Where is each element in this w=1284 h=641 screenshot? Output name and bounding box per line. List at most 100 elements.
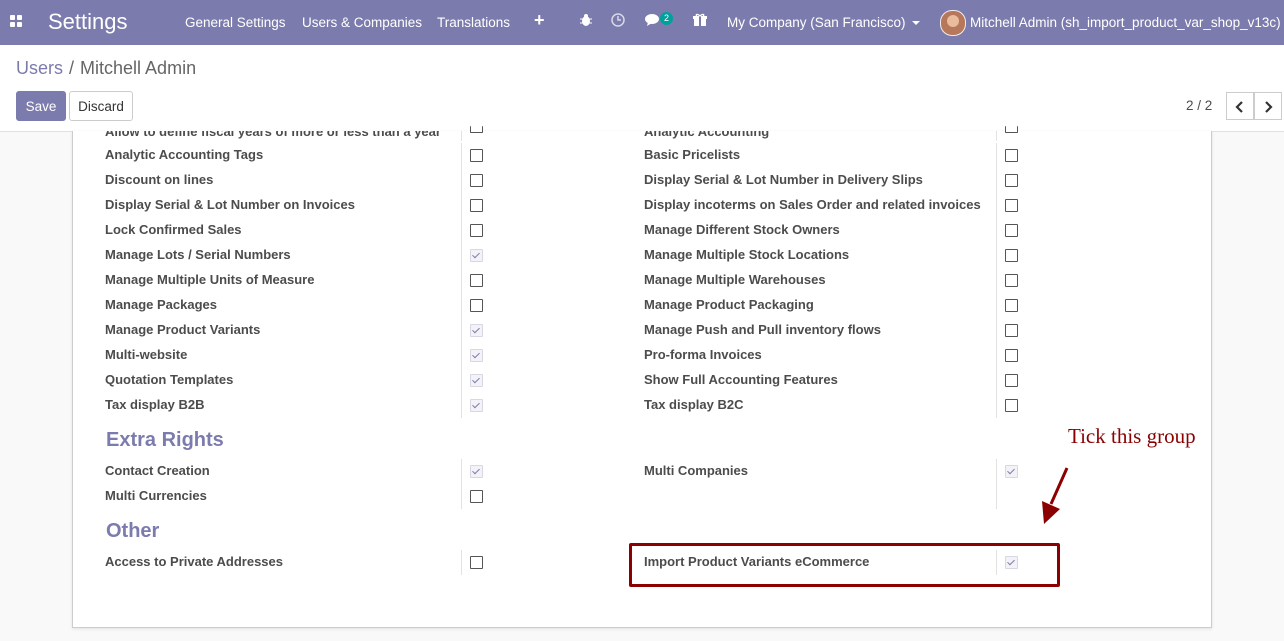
checkbox[interactable]	[470, 249, 483, 262]
breadcrumb-current: Mitchell Admin	[80, 58, 197, 78]
field-label: Analytic Accounting	[644, 131, 770, 139]
field-divider	[461, 393, 462, 418]
checkbox[interactable]	[470, 556, 483, 569]
field-label: Multi Companies	[644, 463, 749, 478]
chat-icon[interactable]	[645, 13, 661, 32]
pager-value[interactable]: 2 / 2	[1186, 98, 1212, 113]
checkbox[interactable]	[1005, 249, 1018, 262]
breadcrumb: Users / Mitchell Admin	[16, 58, 196, 79]
field-divider	[461, 243, 462, 268]
chevron-right-icon[interactable]	[1254, 92, 1282, 120]
checkbox[interactable]	[1005, 199, 1018, 212]
breadcrumb-users[interactable]: Users	[16, 58, 63, 78]
gift-icon[interactable]	[693, 13, 707, 32]
field-label: Manage Different Stock Owners	[644, 222, 840, 237]
messages-badge: 2	[660, 12, 673, 25]
field-divider	[461, 343, 462, 368]
field-divider	[996, 293, 997, 318]
field-label: Manage Product Packaging	[644, 297, 814, 312]
company-switcher[interactable]: My Company (San Francisco)	[727, 15, 920, 30]
field-label: Analytic Accounting Tags	[105, 147, 264, 162]
field-label: Tax display B2C	[644, 397, 744, 412]
checkbox[interactable]	[1005, 224, 1018, 237]
field-divider	[461, 268, 462, 293]
field-divider	[461, 550, 462, 575]
checkbox[interactable]	[1005, 349, 1018, 362]
field-label: Multi Currencies	[105, 488, 207, 503]
field-divider	[996, 368, 997, 393]
caret-down-icon	[911, 21, 920, 26]
checkbox[interactable]	[1005, 174, 1018, 187]
field-label: Manage Multiple Units of Measure	[105, 272, 315, 287]
field-label: Pro-forma Invoices	[644, 347, 762, 362]
clock-icon[interactable]	[611, 13, 625, 32]
checkbox[interactable]	[470, 274, 483, 287]
apps-icon[interactable]	[10, 15, 22, 27]
checkbox[interactable]	[1005, 399, 1018, 412]
checkbox[interactable]	[470, 324, 483, 337]
section-title-other: Other	[106, 520, 160, 542]
checkbox[interactable]	[470, 199, 483, 212]
field-label: Discount on lines	[105, 172, 214, 187]
field-divider	[996, 218, 997, 243]
checkbox[interactable]	[470, 224, 483, 237]
checkbox[interactable]	[470, 399, 483, 412]
field-divider	[996, 459, 997, 484]
checkbox[interactable]	[470, 149, 483, 162]
field-label: Display Serial & Lot Number on Invoices	[105, 197, 355, 212]
field-divider	[996, 484, 997, 509]
checkbox[interactable]	[1005, 374, 1018, 387]
field-divider	[996, 168, 997, 193]
field-label: Manage Product Variants	[105, 322, 261, 337]
checkbox[interactable]	[470, 299, 483, 312]
field-divider	[461, 168, 462, 193]
plus-icon[interactable]: +	[534, 11, 545, 29]
bug-icon[interactable]	[580, 13, 592, 32]
checkbox[interactable]	[1005, 465, 1018, 478]
field-label: Allow to define fiscal years of more or …	[105, 131, 441, 139]
checkbox[interactable]	[470, 174, 483, 187]
field-label: Lock Confirmed Sales	[105, 222, 242, 237]
chevron-left-icon[interactable]	[1226, 92, 1254, 120]
save-button[interactable]: Save	[16, 91, 66, 121]
checkbox[interactable]	[1005, 126, 1018, 133]
field-label: Display Serial & Lot Number in Delivery …	[644, 172, 923, 187]
field-label: Contact Creation	[105, 463, 210, 478]
checkbox[interactable]	[470, 490, 483, 503]
checkbox[interactable]	[470, 374, 483, 387]
annotation-text: Tick this group	[1068, 424, 1196, 448]
field-label: Tax display B2B	[105, 397, 205, 412]
section-title-extra-rights: Extra Rights	[106, 429, 224, 451]
checkbox[interactable]	[1005, 274, 1018, 287]
field-label: Multi-website	[105, 347, 188, 362]
field-divider	[996, 393, 997, 418]
annotation-highlight-box	[629, 543, 1060, 587]
field-divider	[996, 243, 997, 268]
menu-general-settings[interactable]: General Settings	[185, 15, 286, 30]
discard-button[interactable]: Discard	[69, 91, 133, 121]
field-label: Manage Multiple Stock Locations	[644, 247, 850, 262]
checkbox[interactable]	[1005, 324, 1018, 337]
field-label: Display incoterms on Sales Order and rel…	[644, 197, 981, 212]
field-label: Manage Multiple Warehouses	[644, 272, 826, 287]
top-navbar: Settings General Settings Users & Compan…	[0, 0, 1284, 45]
annotation-arrow-icon	[1042, 467, 1069, 524]
checkbox[interactable]	[1005, 299, 1018, 312]
field-divider	[996, 193, 997, 218]
field-divider	[461, 293, 462, 318]
checkbox[interactable]	[470, 126, 483, 133]
checkbox[interactable]	[1005, 149, 1018, 162]
avatar[interactable]	[940, 10, 966, 36]
checkbox[interactable]	[470, 465, 483, 478]
app-title[interactable]: Settings	[48, 9, 128, 35]
field-divider	[996, 268, 997, 293]
field-divider	[996, 131, 997, 141]
field-divider	[996, 318, 997, 343]
menu-translations[interactable]: Translations	[437, 15, 510, 30]
field-divider	[461, 368, 462, 393]
user-menu[interactable]: Mitchell Admin (sh_import_product_var_sh…	[970, 15, 1281, 30]
control-panel: Users / Mitchell Admin Save Discard 2 / 2	[0, 45, 1284, 132]
menu-users-companies[interactable]: Users & Companies	[302, 15, 422, 30]
checkbox[interactable]	[470, 349, 483, 362]
field-label: Show Full Accounting Features	[644, 372, 838, 387]
